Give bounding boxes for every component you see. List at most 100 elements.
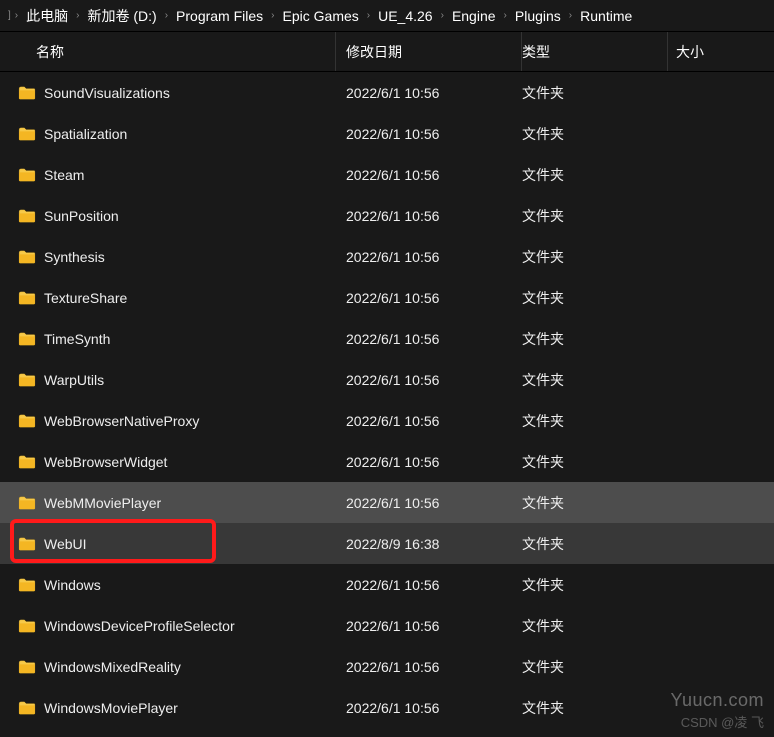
cell-type: 文件夹 xyxy=(522,247,668,267)
chevron-right-icon: › xyxy=(269,10,276,21)
cell-name: Synthesis xyxy=(0,249,336,265)
cell-name: WebBrowserNativeProxy xyxy=(0,413,336,429)
column-header-date[interactable]: 修改日期 xyxy=(336,32,522,71)
folder-icon xyxy=(18,209,36,223)
table-row[interactable]: WindowsMoviePlayer 2022/6/1 10:56文件夹 xyxy=(0,687,774,728)
cell-date: 2022/6/1 10:56 xyxy=(336,85,522,101)
table-row[interactable]: Windows2022/6/1 10:56文件夹 xyxy=(0,564,774,605)
cell-date: 2022/6/1 10:56 xyxy=(336,372,522,388)
cell-type: 文件夹 xyxy=(522,657,668,677)
breadcrumb: ]›此电脑›新加卷 (D:)›Program Files›Epic Games›… xyxy=(0,0,774,32)
breadcrumb-segment[interactable]: UE_4.26 xyxy=(372,4,438,28)
folder-icon xyxy=(18,578,36,592)
file-name: SoundVisualizations xyxy=(44,85,170,101)
folder-icon xyxy=(18,455,36,469)
file-list: SoundVisualizations2022/6/1 10:56文件夹 Spa… xyxy=(0,72,774,728)
breadcrumb-segment[interactable]: 此电脑 xyxy=(20,2,74,30)
cell-name: WarpUtils xyxy=(0,372,336,388)
table-row[interactable]: Spatialization2022/6/1 10:56文件夹 xyxy=(0,113,774,154)
cell-name: Windows xyxy=(0,577,336,593)
chevron-right-icon: › xyxy=(439,10,446,21)
watermark-credit: CSDN @凌 飞 xyxy=(681,712,764,731)
column-headers: 名称 修改日期 类型 大小 xyxy=(0,32,774,72)
cell-type: 文件夹 xyxy=(522,575,668,595)
table-row[interactable]: TextureShare2022/6/1 10:56文件夹 xyxy=(0,277,774,318)
cell-type: 文件夹 xyxy=(522,329,668,349)
column-header-name[interactable]: 名称 xyxy=(0,32,336,71)
cell-date: 2022/6/1 10:56 xyxy=(336,126,522,142)
table-row[interactable]: SoundVisualizations 2022/6/1 10:56文件夹 xyxy=(0,72,774,113)
cell-type: 文件夹 xyxy=(522,616,668,636)
breadcrumb-segment[interactable]: Runtime xyxy=(574,4,638,28)
file-name: WebBrowserNativeProxy xyxy=(44,413,199,429)
file-name: WarpUtils xyxy=(44,372,104,388)
table-row[interactable]: WebBrowserNativeProxy2022/6/1 10:56文件夹 xyxy=(0,400,774,441)
cell-name: Spatialization xyxy=(0,126,336,142)
folder-icon xyxy=(18,86,36,100)
column-header-size[interactable]: 大小 xyxy=(668,32,774,71)
table-row[interactable]: Synthesis 2022/6/1 10:56文件夹 xyxy=(0,236,774,277)
cell-name: WebUI xyxy=(0,536,336,552)
file-name: WebBrowserWidget xyxy=(44,454,167,470)
table-row[interactable]: WindowsMixedReality2022/6/1 10:56文件夹 xyxy=(0,646,774,687)
folder-icon xyxy=(18,414,36,428)
cell-date: 2022/6/1 10:56 xyxy=(336,167,522,183)
chevron-right-icon: › xyxy=(365,10,372,21)
folder-icon xyxy=(18,168,36,182)
breadcrumb-segment[interactable]: Program Files xyxy=(170,4,269,28)
cell-date: 2022/6/1 10:56 xyxy=(336,700,522,716)
cell-type: 文件夹 xyxy=(522,83,668,103)
table-row[interactable]: Steam 2022/6/1 10:56文件夹 xyxy=(0,154,774,195)
chevron-right-icon: › xyxy=(502,10,509,21)
cell-date: 2022/6/1 10:56 xyxy=(336,618,522,634)
breadcrumb-segment[interactable]: 新加卷 (D:) xyxy=(81,2,162,30)
cell-name: WebMMoviePlayer xyxy=(0,495,336,511)
file-name: WebUI xyxy=(44,536,87,552)
folder-icon xyxy=(18,291,36,305)
cell-type: 文件夹 xyxy=(522,206,668,226)
folder-icon xyxy=(18,619,36,633)
column-header-type[interactable]: 类型 xyxy=(522,32,668,71)
chevron-right-icon: › xyxy=(163,10,170,21)
cell-type: 文件夹 xyxy=(522,698,668,718)
file-name: WindowsMoviePlayer xyxy=(44,700,178,716)
cell-name: SunPosition xyxy=(0,208,336,224)
cell-date: 2022/6/1 10:56 xyxy=(336,413,522,429)
cell-type: 文件夹 xyxy=(522,534,668,554)
table-row[interactable]: WebBrowserWidget 2022/6/1 10:56文件夹 xyxy=(0,441,774,482)
file-name: Synthesis xyxy=(44,249,105,265)
folder-icon xyxy=(18,373,36,387)
table-row[interactable]: WebUI2022/8/9 16:38文件夹 xyxy=(0,523,774,564)
chevron-right-icon: › xyxy=(74,10,81,21)
table-row[interactable]: WindowsDeviceProfileSelector 2022/6/1 10:… xyxy=(0,605,774,646)
file-name: Steam xyxy=(44,167,84,183)
cell-type: 文件夹 xyxy=(522,452,668,472)
folder-icon xyxy=(18,701,36,715)
cell-type: 文件夹 xyxy=(522,124,668,144)
cell-date: 2022/6/1 10:56 xyxy=(336,249,522,265)
folder-icon xyxy=(18,127,36,141)
cell-type: 文件夹 xyxy=(522,493,668,513)
table-row[interactable]: WarpUtils 2022/6/1 10:56文件夹 xyxy=(0,359,774,400)
table-row[interactable]: WebMMoviePlayer2022/6/1 10:56文件夹 xyxy=(0,482,774,523)
file-explorer-window: ]›此电脑›新加卷 (D:)›Program Files›Epic Games›… xyxy=(0,0,774,737)
breadcrumb-segment[interactable]: Plugins xyxy=(509,4,567,28)
table-row[interactable]: SunPosition2022/6/1 10:56文件夹 xyxy=(0,195,774,236)
folder-icon xyxy=(18,537,36,551)
file-name: WindowsDeviceProfileSelector xyxy=(44,618,235,634)
folder-icon xyxy=(18,496,36,510)
cell-name: SoundVisualizations xyxy=(0,85,336,101)
breadcrumb-segment[interactable]: Epic Games xyxy=(277,4,365,28)
chevron-right-icon: ] xyxy=(6,10,13,21)
folder-icon xyxy=(18,660,36,674)
cell-date: 2022/6/1 10:56 xyxy=(336,659,522,675)
cell-date: 2022/6/1 10:56 xyxy=(336,454,522,470)
cell-name: WindowsDeviceProfileSelector xyxy=(0,618,336,634)
chevron-right-icon: › xyxy=(567,10,574,21)
table-row[interactable]: TimeSynth2022/6/1 10:56文件夹 xyxy=(0,318,774,359)
breadcrumb-segment[interactable]: Engine xyxy=(446,4,502,28)
file-name: WebMMoviePlayer xyxy=(44,495,161,511)
cell-type: 文件夹 xyxy=(522,370,668,390)
cell-name: WindowsMixedReality xyxy=(0,659,336,675)
cell-type: 文件夹 xyxy=(522,165,668,185)
